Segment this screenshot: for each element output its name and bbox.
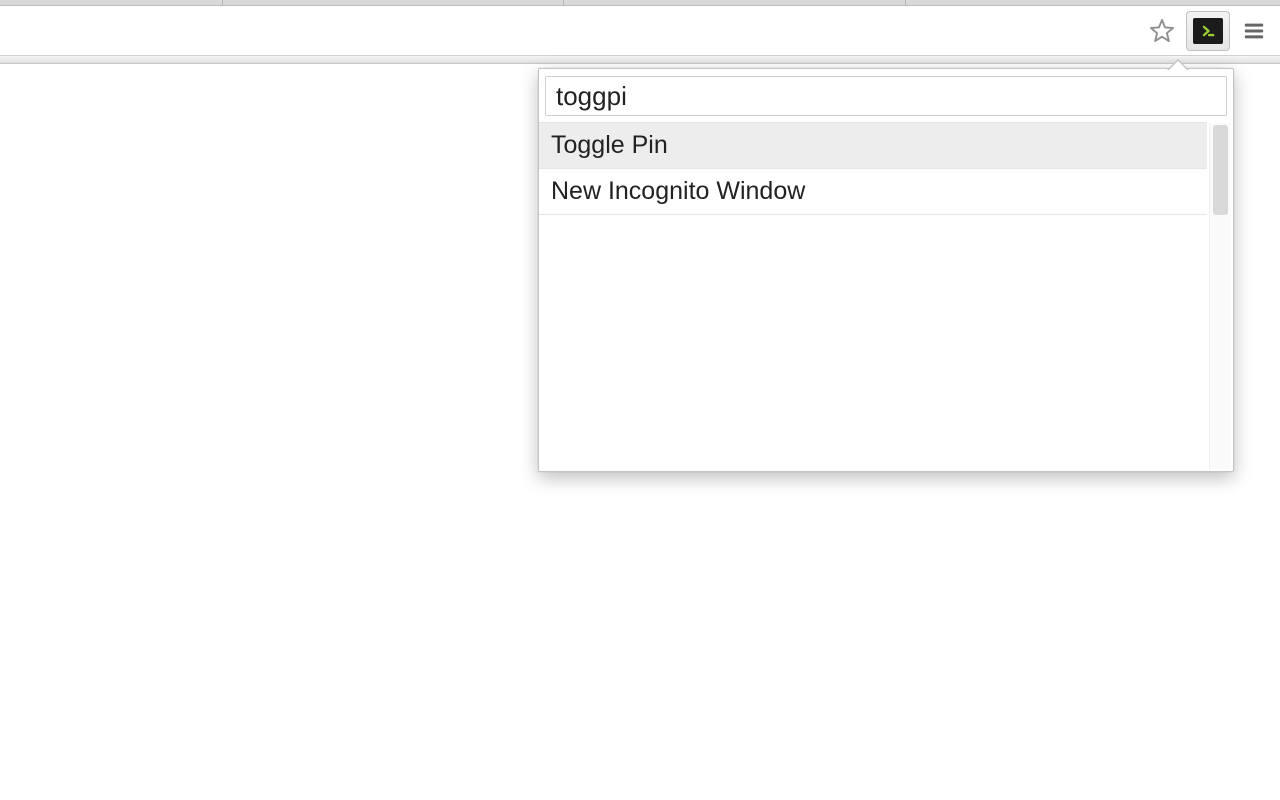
toolbar-divider	[0, 56, 1280, 64]
command-palette-popup: Toggle Pin New Incognito Window	[538, 68, 1234, 472]
command-input-wrap	[539, 69, 1233, 122]
terminal-icon	[1193, 18, 1223, 44]
bookmark-star-button[interactable]	[1142, 11, 1182, 51]
browser-menu-button[interactable]	[1234, 11, 1274, 51]
command-results-list: Toggle Pin New Incognito Window	[539, 122, 1207, 215]
command-result-item[interactable]: Toggle Pin	[539, 123, 1207, 169]
popup-arrow	[1167, 59, 1189, 70]
hamburger-icon	[1241, 20, 1267, 42]
command-result-item[interactable]: New Incognito Window	[539, 169, 1207, 215]
scrollbar-thumb[interactable]	[1213, 125, 1228, 215]
star-icon	[1148, 17, 1176, 45]
command-palette-extension-button[interactable]	[1186, 11, 1230, 51]
tab-strip	[0, 0, 1280, 6]
command-input[interactable]	[545, 76, 1227, 116]
browser-toolbar	[0, 6, 1280, 56]
page-content: Toggle Pin New Incognito Window	[0, 64, 1280, 800]
results-scrollbar[interactable]	[1209, 123, 1231, 469]
